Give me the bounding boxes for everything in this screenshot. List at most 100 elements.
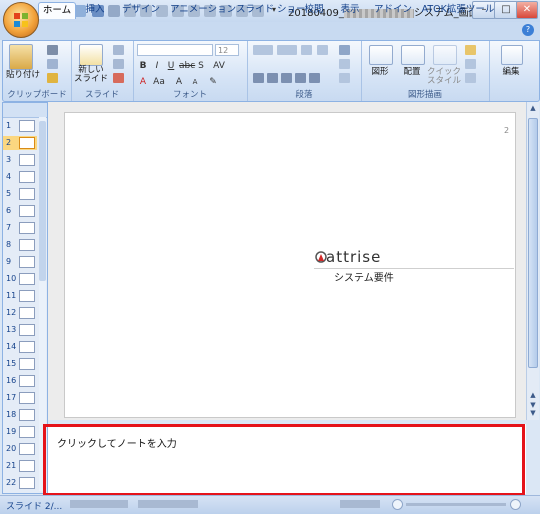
zoom-slider[interactable] bbox=[406, 503, 506, 506]
tab-addins[interactable]: アドイン bbox=[374, 2, 412, 18]
slide-preview[interactable] bbox=[19, 392, 35, 404]
slide-thumbnail[interactable]: 11 bbox=[3, 289, 37, 303]
paste-label[interactable]: 貼り付け bbox=[5, 70, 41, 80]
slide-thumbnail[interactable]: 3 bbox=[3, 153, 37, 167]
slide-preview[interactable] bbox=[19, 120, 35, 132]
slide-preview[interactable] bbox=[19, 358, 35, 370]
copy-icon[interactable] bbox=[47, 59, 58, 69]
tab-insert[interactable]: 挿入 bbox=[80, 2, 110, 18]
slide-thumbnail[interactable]: 1 bbox=[3, 119, 37, 133]
edit-label[interactable]: 編集 bbox=[493, 67, 529, 77]
tab-review[interactable]: 校閲 bbox=[300, 2, 328, 18]
slide-thumbnail[interactable]: 19 bbox=[3, 425, 37, 439]
maximize-button[interactable]: □ bbox=[494, 1, 518, 19]
slide-thumbnail[interactable]: 20 bbox=[3, 442, 37, 456]
slide-preview[interactable] bbox=[19, 137, 35, 149]
shrink-font-icon[interactable]: A bbox=[189, 76, 201, 88]
slide-preview[interactable] bbox=[19, 375, 35, 387]
binoculars-icon[interactable] bbox=[501, 45, 523, 65]
slide-canvas[interactable] bbox=[64, 112, 516, 418]
slide-thumbnail[interactable]: 14 bbox=[3, 340, 37, 354]
slide-thumbnail[interactable]: 16 bbox=[3, 374, 37, 388]
outdent-icon[interactable] bbox=[317, 45, 328, 55]
shapes-label[interactable]: 図形 bbox=[365, 67, 395, 77]
slide-thumbnail[interactable]: 8 bbox=[3, 238, 37, 252]
slide-thumbnail[interactable]: 21 bbox=[3, 459, 37, 473]
arrange-icon[interactable] bbox=[401, 45, 425, 65]
tab-slideshow[interactable]: スライド ショー bbox=[236, 2, 306, 18]
tab-atok[interactable]: ATOK拡張ツール bbox=[420, 2, 496, 18]
text-direction-icon[interactable] bbox=[339, 59, 350, 69]
slide-preview[interactable] bbox=[19, 443, 35, 455]
slide-preview[interactable] bbox=[19, 477, 35, 489]
slide-preview[interactable] bbox=[19, 460, 35, 472]
slide-preview[interactable] bbox=[19, 154, 35, 166]
change-case-icon[interactable]: Aa bbox=[153, 76, 165, 88]
slide-preview[interactable] bbox=[19, 324, 35, 336]
delete-slide-icon[interactable] bbox=[113, 73, 124, 83]
office-button[interactable] bbox=[3, 2, 39, 38]
slide-thumbnail[interactable]: 4 bbox=[3, 170, 37, 184]
numbering-icon[interactable] bbox=[277, 45, 297, 55]
view-buttons[interactable] bbox=[340, 500, 380, 508]
zoom-in-icon[interactable] bbox=[510, 499, 521, 510]
scroll-thumb[interactable] bbox=[528, 118, 538, 368]
slide-preview[interactable] bbox=[19, 409, 35, 421]
italic-icon[interactable]: I bbox=[151, 60, 163, 72]
previous-slide-icon[interactable]: ▲ bbox=[528, 390, 538, 400]
justify-icon[interactable] bbox=[295, 73, 306, 83]
slide-preview[interactable] bbox=[19, 239, 35, 251]
font-color-icon[interactable]: A bbox=[137, 76, 149, 88]
slide-thumbnail[interactable]: 2 bbox=[3, 136, 37, 150]
shadow-icon[interactable]: S bbox=[195, 60, 207, 72]
spacing-icon[interactable]: AV bbox=[213, 60, 225, 72]
tab-design[interactable]: デザイン bbox=[116, 2, 166, 18]
shape-effects-icon[interactable] bbox=[465, 73, 476, 83]
slide-preview[interactable] bbox=[19, 188, 35, 200]
indent-icon[interactable] bbox=[301, 45, 312, 55]
smartart-icon[interactable] bbox=[339, 73, 350, 83]
cut-icon[interactable] bbox=[47, 45, 58, 55]
slide-preview[interactable] bbox=[19, 171, 35, 183]
slide-preview[interactable] bbox=[19, 256, 35, 268]
slide-thumbnail[interactable]: 22 bbox=[3, 476, 37, 490]
slide-thumbnail[interactable]: 5 bbox=[3, 187, 37, 201]
close-button[interactable]: ✕ bbox=[516, 1, 538, 19]
columns-icon[interactable] bbox=[309, 73, 320, 83]
scroll-down-icon[interactable]: ▼ bbox=[528, 408, 538, 418]
clear-format-icon[interactable]: ✎ bbox=[207, 76, 219, 88]
quick-styles-label-2[interactable]: スタイル bbox=[427, 76, 461, 86]
slide-thumbnail[interactable]: 9 bbox=[3, 255, 37, 269]
underline-icon[interactable]: U bbox=[165, 60, 177, 72]
arrange-label[interactable]: 配置 bbox=[397, 67, 427, 77]
slide-preview[interactable] bbox=[19, 307, 35, 319]
help-icon[interactable]: ? bbox=[522, 24, 534, 36]
tab-view[interactable]: 表示 bbox=[336, 2, 364, 18]
shapes-icon[interactable] bbox=[369, 45, 393, 65]
slide-preview[interactable] bbox=[19, 426, 35, 438]
format-painter-icon[interactable] bbox=[47, 73, 58, 83]
slide-thumbnail[interactable]: 6 bbox=[3, 204, 37, 218]
new-slide-label-2[interactable]: スライド bbox=[73, 74, 109, 84]
slide-preview[interactable] bbox=[19, 341, 35, 353]
reset-icon[interactable] bbox=[113, 59, 124, 69]
tab-home[interactable]: ホーム bbox=[38, 2, 76, 19]
line-spacing-icon[interactable] bbox=[339, 45, 350, 55]
slide-thumbnail[interactable]: 13 bbox=[3, 323, 37, 337]
font-size-field[interactable]: 12 bbox=[215, 44, 239, 56]
slide-preview[interactable] bbox=[19, 222, 35, 234]
slide-thumbnail[interactable]: 12 bbox=[3, 306, 37, 320]
tab-animation[interactable]: アニメーション bbox=[170, 2, 236, 18]
grow-font-icon[interactable]: A bbox=[173, 76, 185, 88]
layout-icon[interactable] bbox=[113, 45, 124, 55]
slide-thumbnail[interactable]: 7 bbox=[3, 221, 37, 235]
align-left-icon[interactable] bbox=[253, 73, 264, 83]
slide-preview[interactable] bbox=[19, 205, 35, 217]
zoom-out-icon[interactable] bbox=[392, 499, 403, 510]
shape-outline-icon[interactable] bbox=[465, 59, 476, 69]
panel-tabs[interactable] bbox=[3, 103, 47, 118]
bold-icon[interactable]: B bbox=[137, 60, 149, 72]
quick-styles-icon[interactable] bbox=[433, 45, 457, 65]
slide-subtitle[interactable]: システム要件 bbox=[334, 269, 394, 284]
paste-icon[interactable] bbox=[9, 44, 33, 70]
